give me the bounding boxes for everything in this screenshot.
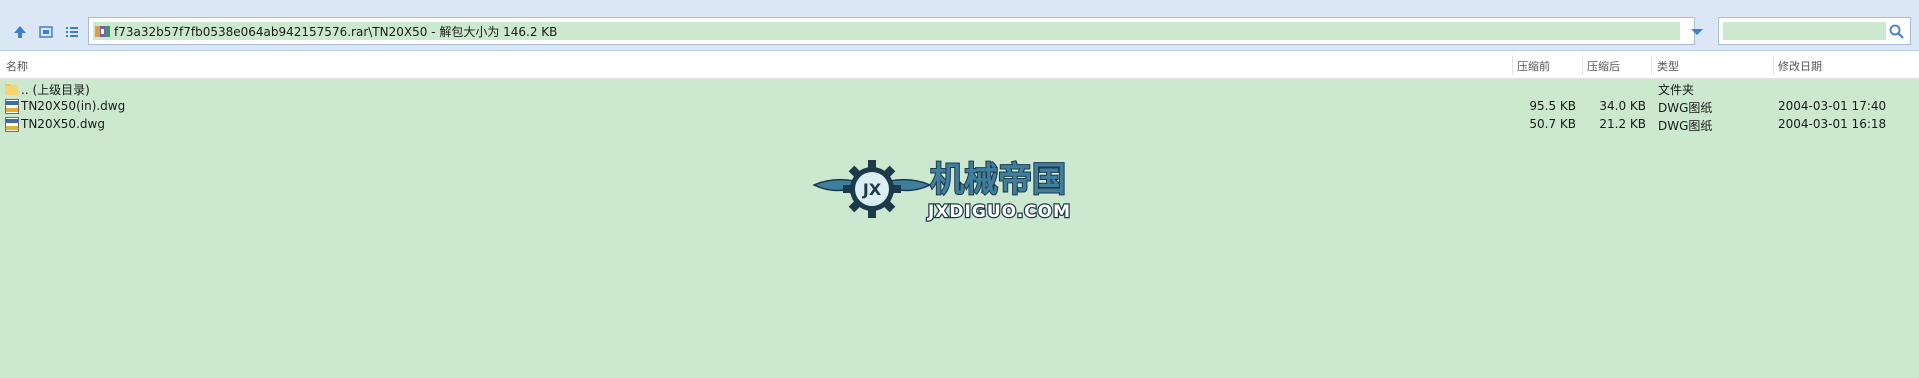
- archive-icon: [95, 26, 110, 37]
- search-input[interactable]: [1718, 17, 1911, 45]
- column-divider[interactable]: [1582, 55, 1583, 75]
- column-header: 名称 压缩前 压缩后 类型 修改日期: [0, 51, 1919, 79]
- column-divider[interactable]: [1773, 55, 1774, 75]
- file-modified: 2004-03-01 16:18: [1778, 117, 1887, 131]
- dwg-file-icon: [5, 99, 19, 114]
- column-divider[interactable]: [1512, 55, 1513, 75]
- list-item[interactable]: .. (上级目录) 文件夹: [0, 80, 1919, 98]
- chevron-down-icon[interactable]: [1690, 26, 1704, 40]
- list-item[interactable]: TN20X50.dwg 50.7 KB 21.2 KB DWG图纸 2004-0…: [0, 116, 1919, 134]
- watermark-logo: JX 机械帝国 JXDIGUO.COM: [812, 155, 1112, 228]
- folder-icon: [5, 84, 18, 95]
- file-unpacked: 21.2 KB: [1599, 117, 1646, 131]
- file-name: TN20X50(in).dwg: [21, 99, 126, 113]
- address-bar[interactable]: f73a32b57f7fb0538e064ab942157576.rar\TN2…: [88, 17, 1695, 45]
- column-unpacked[interactable]: 压缩后: [1587, 58, 1620, 74]
- column-divider[interactable]: [1651, 55, 1652, 75]
- file-packed: 50.7 KB: [1529, 117, 1576, 131]
- file-name: .. (上级目录): [21, 83, 90, 97]
- column-packed[interactable]: 压缩前: [1517, 58, 1550, 74]
- view-list-icon[interactable]: [61, 21, 83, 43]
- search-highlight: [1723, 22, 1886, 40]
- watermark-subtitle: JXDIGUO.COM: [927, 202, 1071, 222]
- watermark-title: 机械帝国: [930, 160, 1066, 200]
- column-modified[interactable]: 修改日期: [1778, 58, 1822, 74]
- list-item[interactable]: TN20X50(in).dwg 95.5 KB 34.0 KB DWG图纸 20…: [0, 98, 1919, 116]
- svg-text:JX: JX: [862, 180, 882, 199]
- search-icon[interactable]: [1889, 24, 1904, 42]
- column-type[interactable]: 类型: [1657, 58, 1679, 74]
- file-modified: 2004-03-01 17:40: [1778, 99, 1887, 113]
- file-type: DWG图纸: [1658, 101, 1713, 115]
- file-type: 文件夹: [1658, 83, 1695, 97]
- file-packed: 95.5 KB: [1529, 99, 1576, 113]
- file-type: DWG图纸: [1658, 119, 1713, 133]
- up-arrow-icon[interactable]: [9, 21, 31, 43]
- address-path: f73a32b57f7fb0538e064ab942157576.rar\TN2…: [114, 25, 558, 39]
- column-name[interactable]: 名称: [6, 58, 28, 74]
- dwg-file-icon: [5, 117, 19, 132]
- view-thumbnail-icon[interactable]: [35, 21, 57, 43]
- file-unpacked: 34.0 KB: [1599, 99, 1646, 113]
- file-name: TN20X50.dwg: [21, 117, 105, 131]
- ribbon-strip: [0, 0, 1919, 13]
